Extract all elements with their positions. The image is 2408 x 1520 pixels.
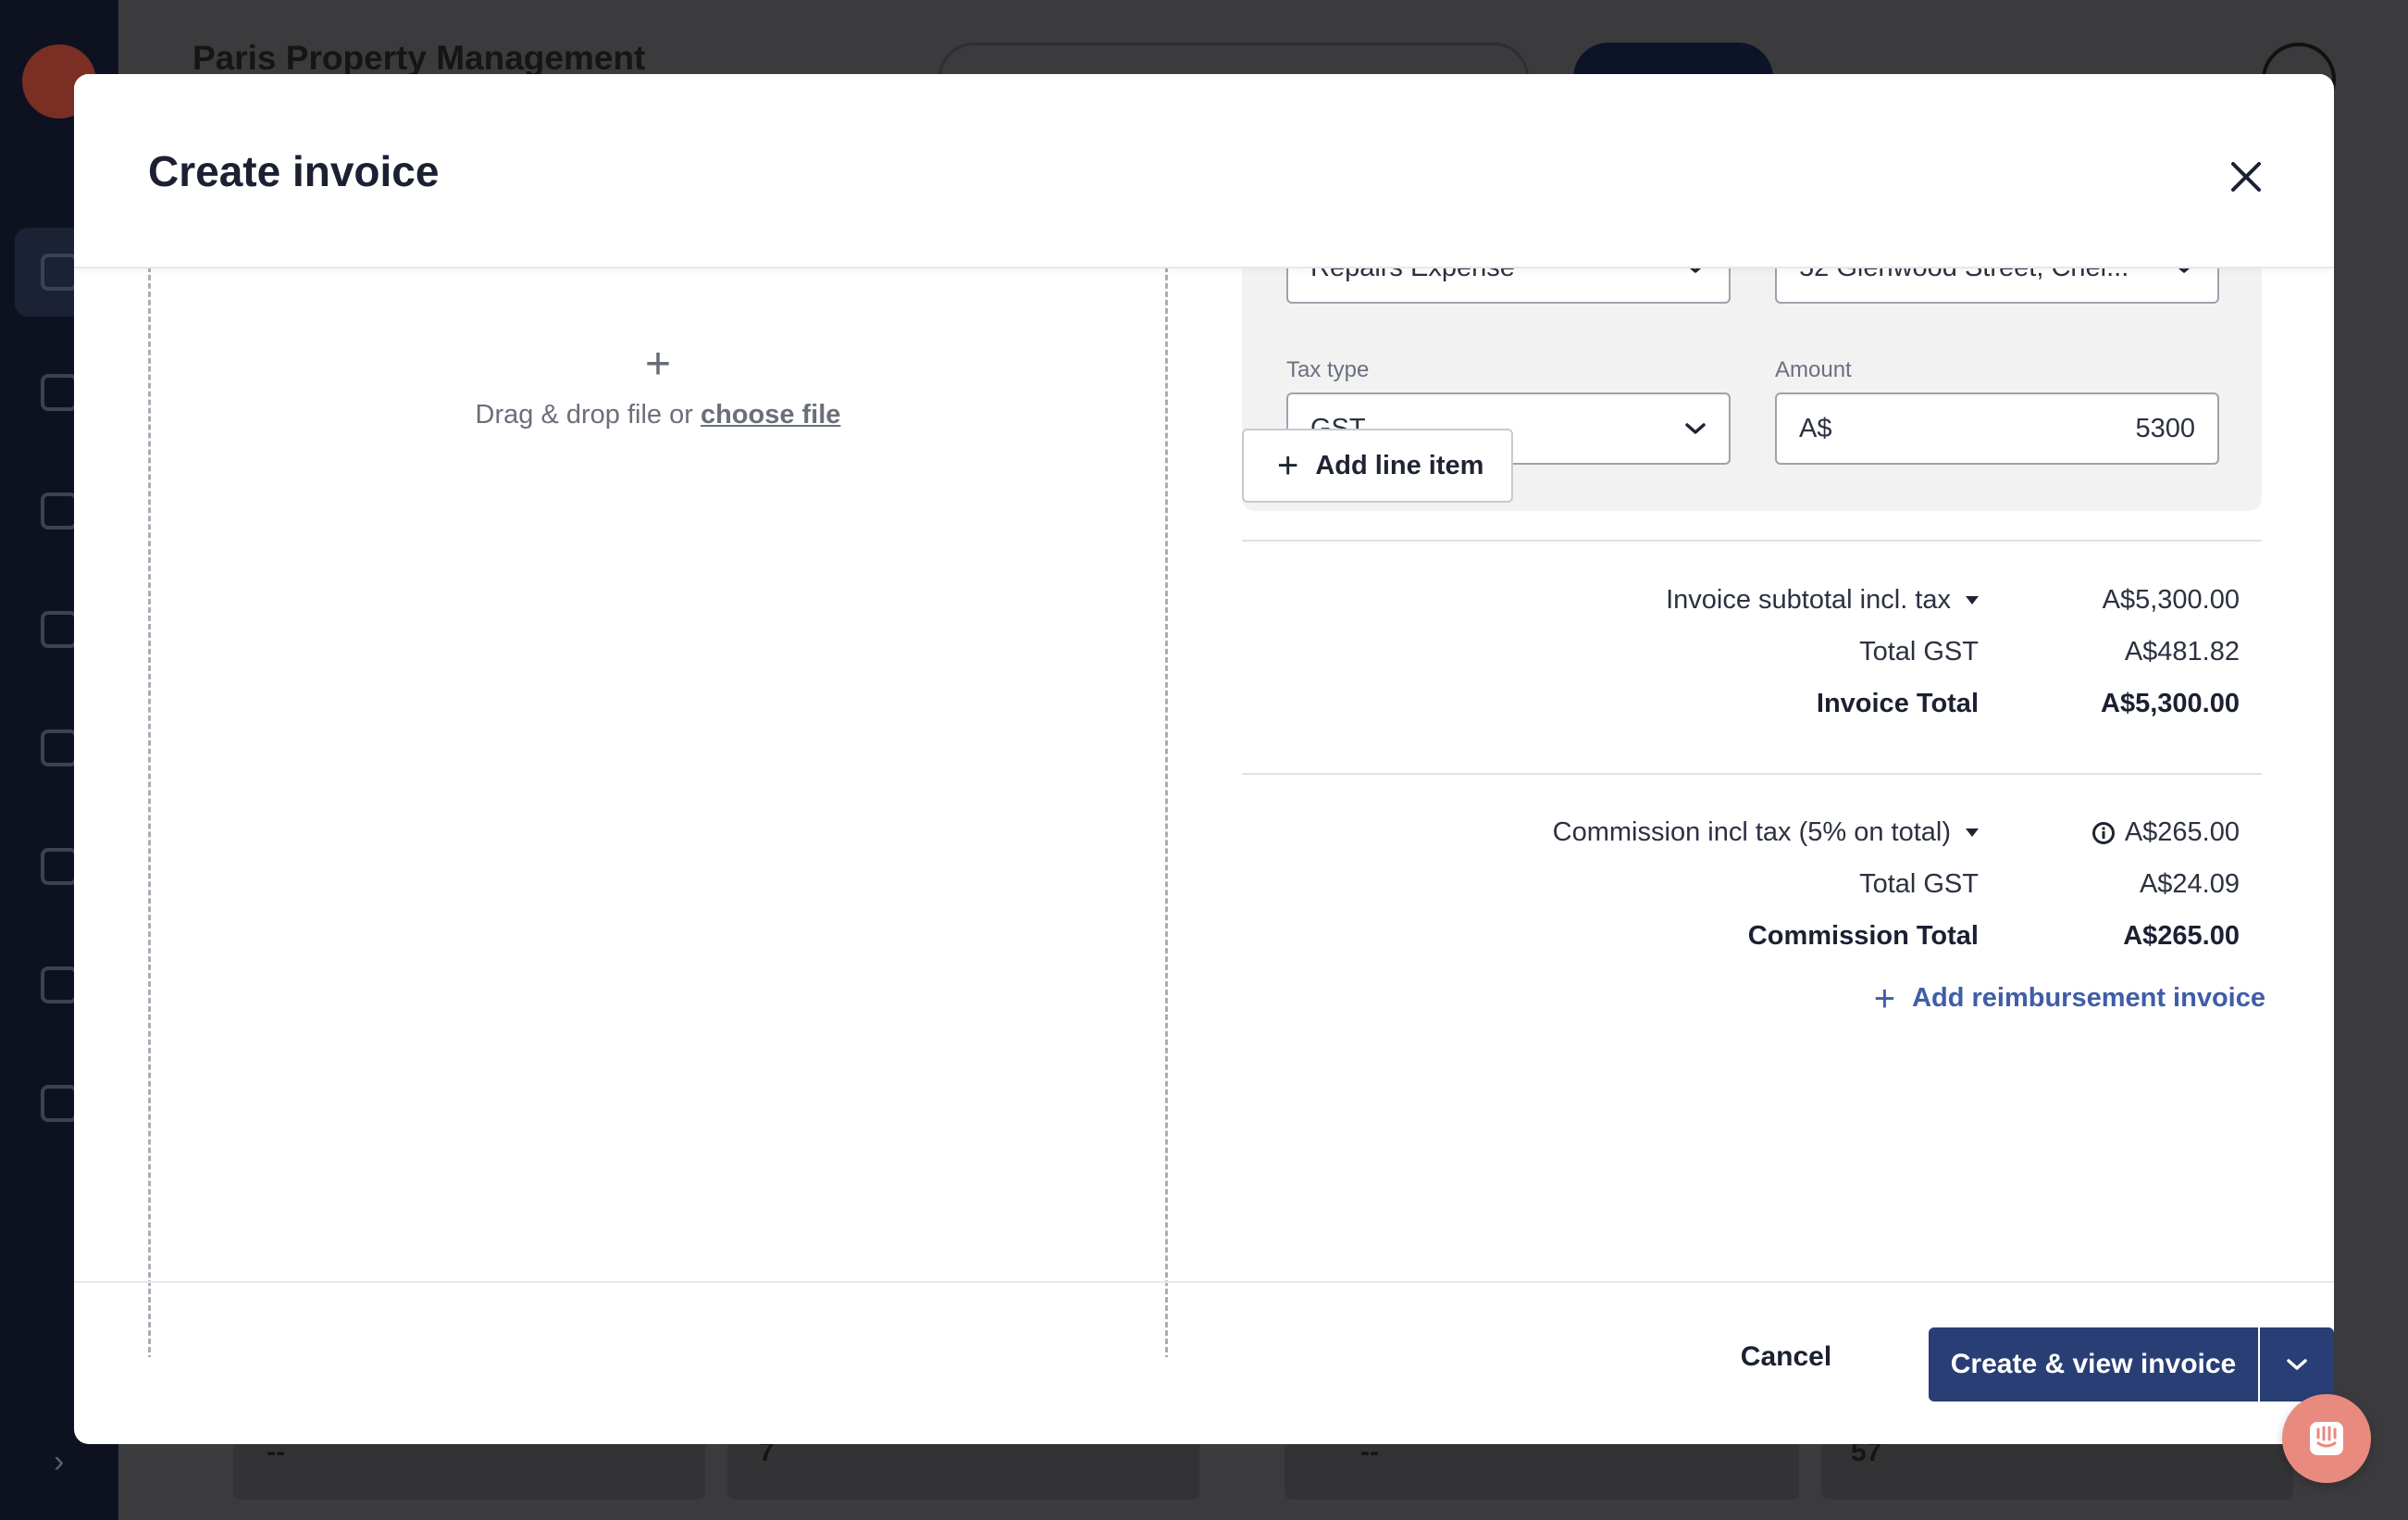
- plus-icon: +: [1277, 445, 1299, 486]
- invoice-total-label: Invoice Total: [1816, 689, 1979, 718]
- info-icon[interactable]: [2091, 821, 2116, 845]
- modal-title: Create invoice: [148, 147, 440, 195]
- invoice-total-value: A$5,300.00: [2101, 689, 2240, 718]
- plus-icon: +: [644, 340, 672, 389]
- invoice-gst-label: Total GST: [1859, 637, 1979, 667]
- commission-toggle[interactable]: Commission incl tax (5% on total): [1553, 817, 1979, 848]
- drop-zone-text: Drag & drop file or choose file: [151, 400, 1165, 430]
- app-title: Paris Property Management: [192, 39, 646, 77]
- amount-label: Amount: [1775, 357, 1852, 382]
- commission-amount: A$265.00: [2091, 817, 2240, 848]
- property-select-value: 52 Glenwood Street, Chel...: [1799, 268, 2129, 283]
- choose-file-link[interactable]: choose file: [701, 400, 841, 430]
- settings-icon: [41, 1085, 78, 1122]
- file-drop-zone[interactable]: + Drag & drop file or choose file: [148, 268, 1168, 1357]
- create-options-dropdown[interactable]: [2260, 1327, 2334, 1402]
- chat-icon: [2310, 1422, 2343, 1455]
- modal-body: + Drag & drop file or choose file Repair…: [74, 268, 2334, 1357]
- people-icon: [41, 966, 78, 1003]
- commission-gst-value: A$24.09: [2139, 869, 2240, 899]
- invoice-subtotal-row: Invoice subtotal incl. tax A$5,300.00: [1242, 585, 2262, 622]
- invoice-subtotal-label: Invoice subtotal incl. tax: [1666, 585, 1951, 615]
- close-button[interactable]: [2216, 146, 2277, 207]
- plus-icon: +: [1873, 978, 1896, 1019]
- divider: [1242, 773, 2262, 775]
- add-reimbursement-link[interactable]: + Add reimbursement invoice: [1873, 978, 2265, 1019]
- invoice-total-row: Invoice Total A$5,300.00: [1242, 689, 2262, 726]
- reports-icon: [41, 611, 78, 648]
- chevron-down-icon: [2173, 268, 2195, 274]
- commission-value: A$265.00: [2124, 817, 2240, 847]
- commission-label: Commission incl tax (5% on total): [1552, 817, 1951, 847]
- caret-down-icon: [1966, 596, 1979, 604]
- expand-sidebar-icon[interactable]: ›: [54, 1444, 64, 1480]
- commission-total-row: Commission Total A$265.00: [1242, 921, 2262, 958]
- commission-total-label: Commission Total: [1747, 921, 1979, 951]
- add-line-item-label: Add line item: [1315, 450, 1484, 480]
- commission-row: Commission incl tax (5% on total) A$265.…: [1242, 817, 2262, 854]
- chat-launcher-button[interactable]: [2282, 1394, 2371, 1483]
- tax-type-label: Tax type: [1286, 357, 1370, 382]
- close-icon: [2231, 162, 2261, 192]
- add-reimbursement-label: Add reimbursement invoice: [1912, 983, 2265, 1013]
- amount-value: 5300: [2135, 413, 2195, 443]
- commission-gst-label: Total GST: [1859, 869, 1979, 899]
- create-view-invoice-button[interactable]: Create & view invoice: [1929, 1327, 2258, 1402]
- home-icon: [41, 374, 78, 411]
- create-invoice-modal: Create invoice + Drag & drop file or cho…: [74, 74, 2334, 1444]
- divider: [1242, 540, 2262, 542]
- documents-icon: [41, 848, 78, 885]
- commission-gst-row: Total GST A$24.09: [1242, 869, 2262, 906]
- amount-currency: A$: [1799, 413, 1832, 443]
- invoice-subtotal-value: A$5,300.00: [2102, 585, 2240, 615]
- caret-down-icon: [1966, 829, 1979, 837]
- account-select[interactable]: Repairs Expense: [1286, 268, 1731, 304]
- property-select[interactable]: 52 Glenwood Street, Chel...: [1775, 268, 2219, 304]
- chevron-down-icon: [2287, 1359, 2307, 1370]
- chevron-down-icon: [1684, 422, 1707, 435]
- commission-total-value: A$265.00: [2123, 921, 2240, 951]
- dashboard-icon: [41, 254, 78, 291]
- chevron-down-icon: [1684, 268, 1707, 274]
- clipboard-icon: [41, 492, 78, 530]
- drop-zone-prompt: Drag & drop file or: [475, 400, 701, 430]
- invoice-gst-row: Total GST A$481.82: [1242, 637, 2262, 674]
- modal-header: Create invoice: [74, 74, 2334, 268]
- invoice-gst-value: A$481.82: [2124, 637, 2240, 667]
- cancel-button[interactable]: Cancel: [1712, 1329, 1860, 1385]
- mail-icon: [41, 729, 78, 766]
- footer-divider: [74, 1281, 2334, 1283]
- invoice-subtotal-toggle[interactable]: Invoice subtotal incl. tax: [1666, 585, 1979, 616]
- amount-input[interactable]: A$ 5300: [1775, 392, 2219, 465]
- add-line-item-button[interactable]: + Add line item: [1242, 429, 1513, 503]
- account-select-value: Repairs Expense: [1310, 268, 1515, 283]
